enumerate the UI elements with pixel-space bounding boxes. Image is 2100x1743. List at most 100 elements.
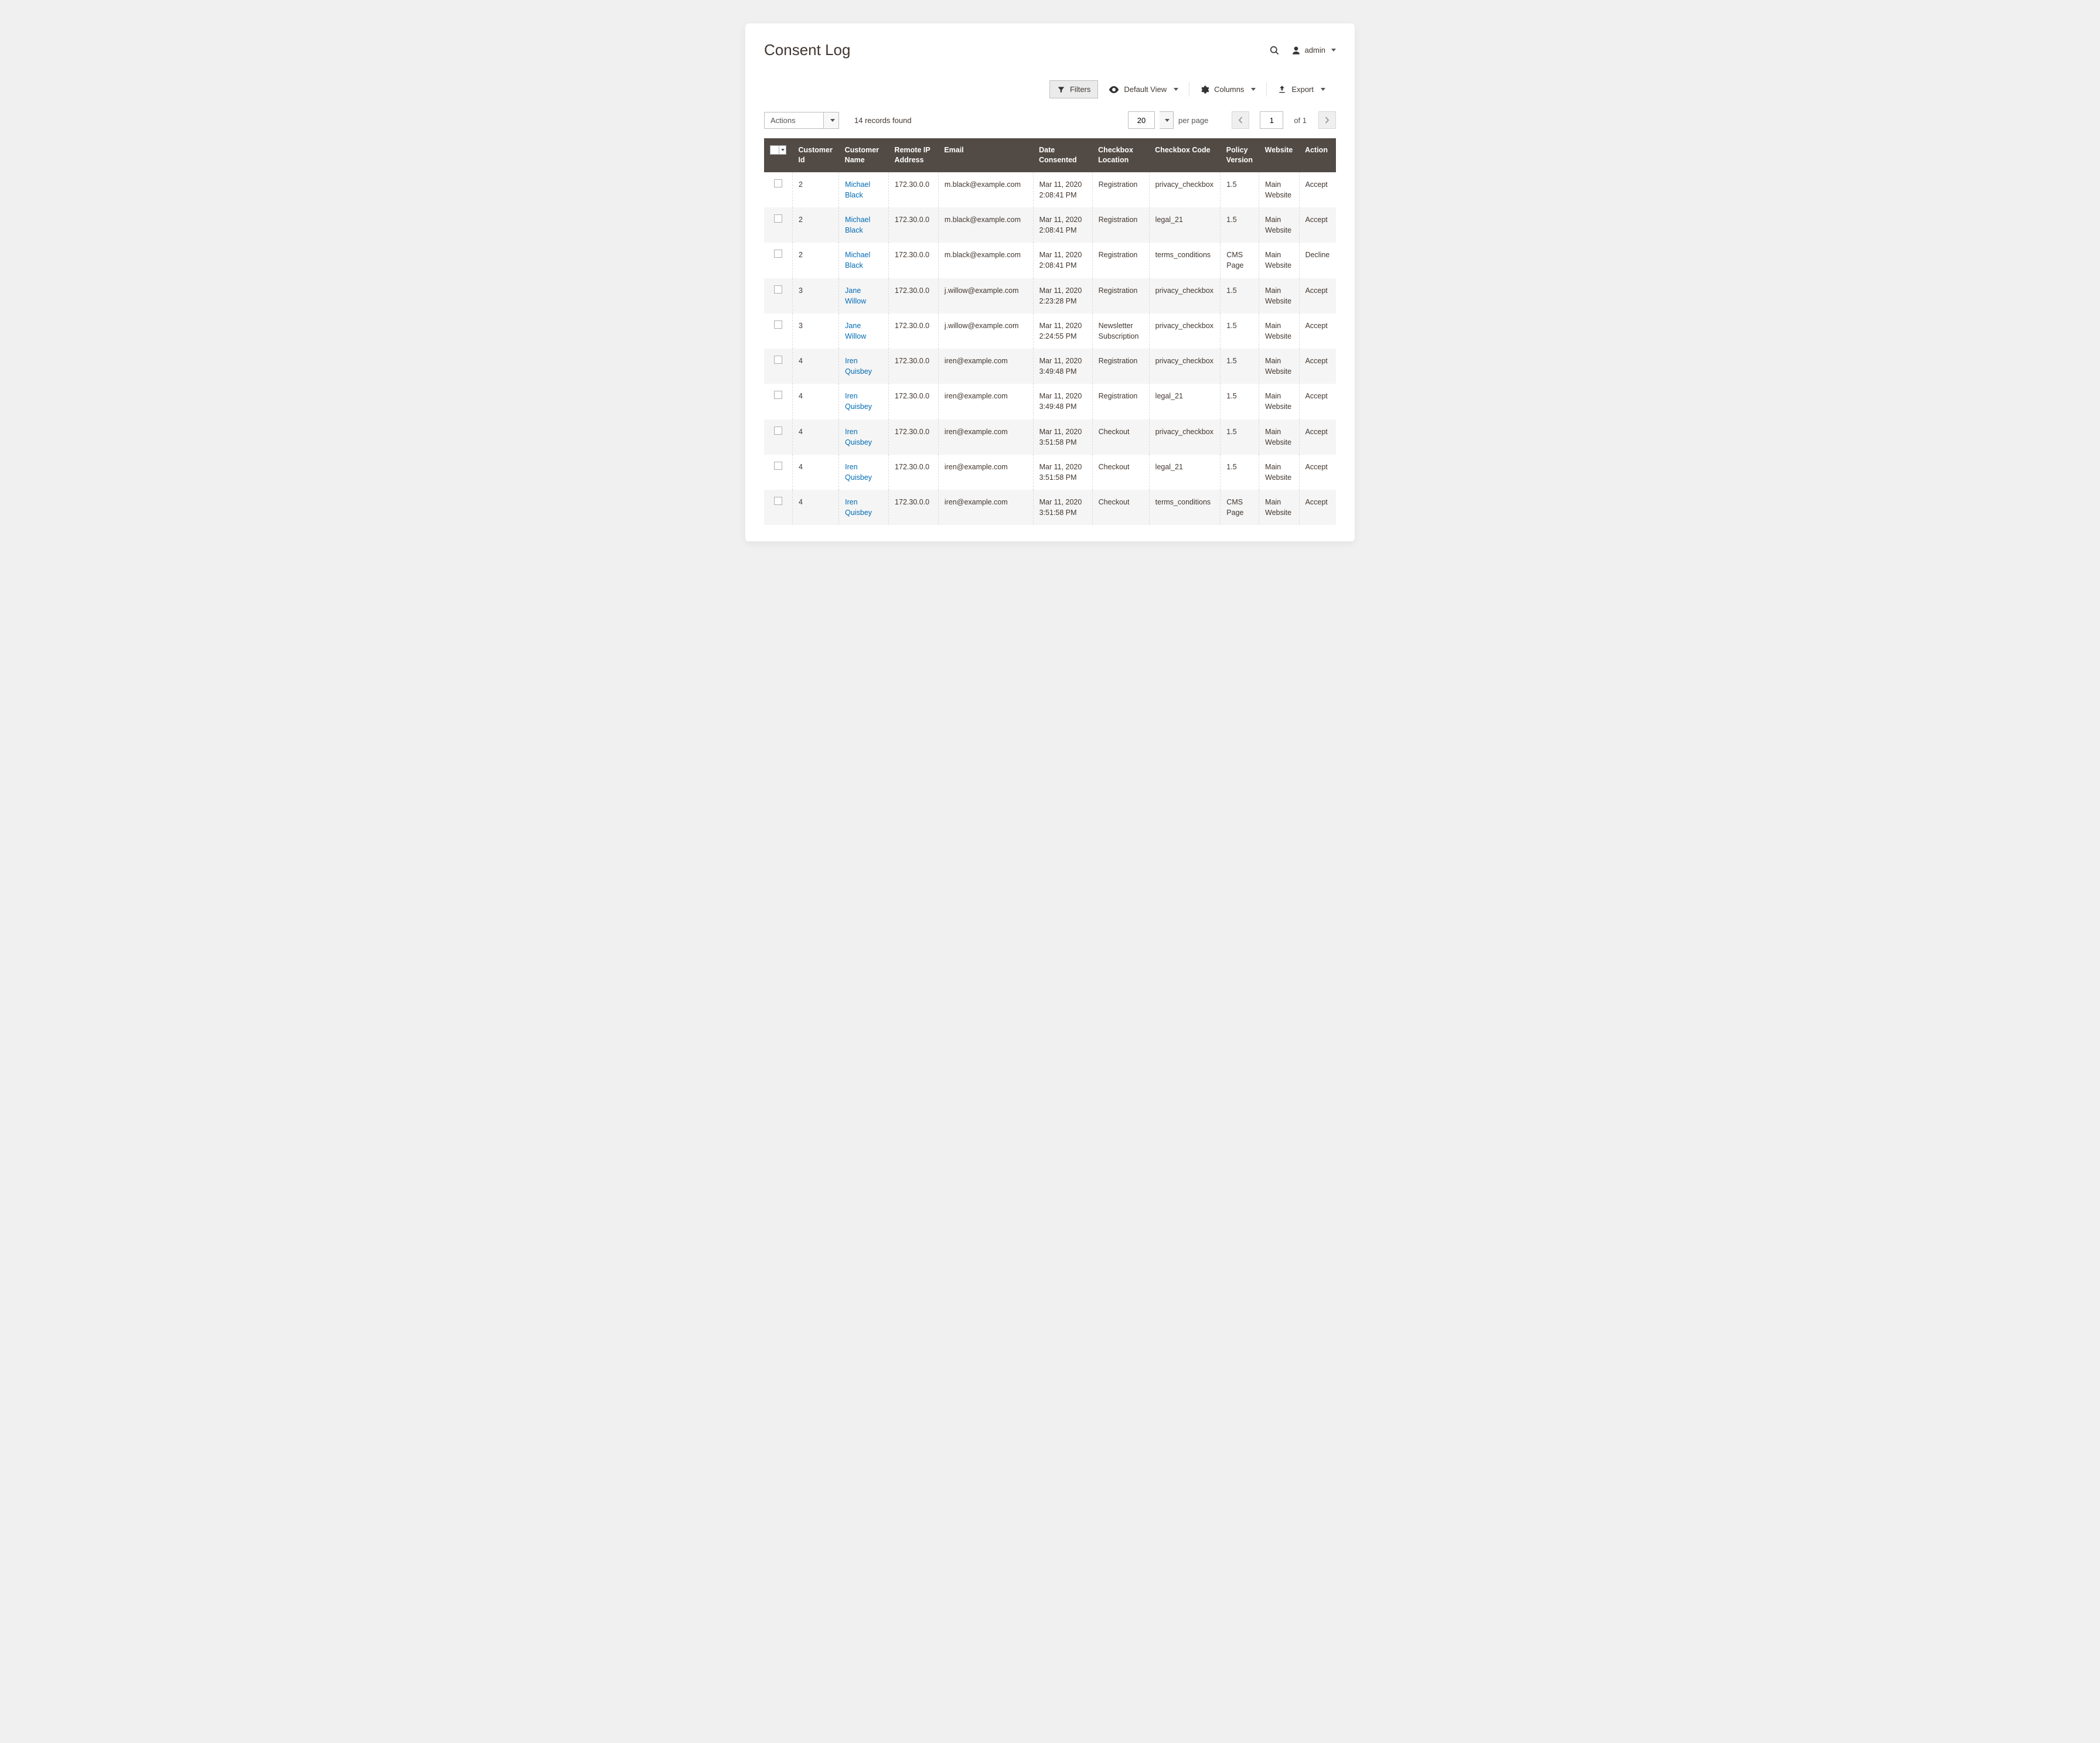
- row-checkbox[interactable]: [774, 285, 782, 294]
- gear-icon: [1200, 85, 1209, 94]
- col-header-customer-id[interactable]: Customer Id: [793, 138, 839, 172]
- cell-policy-version: 1.5: [1221, 278, 1259, 313]
- prev-page-button[interactable]: [1232, 111, 1249, 129]
- cell-email: iren@example.com: [938, 384, 1033, 419]
- customer-name-link[interactable]: Iren Quisbey: [845, 498, 872, 517]
- table-row[interactable]: 4Iren Quisbey172.30.0.0iren@example.comM…: [764, 349, 1336, 384]
- cell-checkbox-code: terms_conditions: [1149, 490, 1221, 525]
- cell-policy-version: CMS Page: [1221, 490, 1259, 525]
- cell-select: [764, 349, 793, 384]
- customer-name-link[interactable]: Michael Black: [845, 251, 870, 270]
- table-row[interactable]: 2Michael Black172.30.0.0m.black@example.…: [764, 243, 1336, 278]
- cell-checkbox-code: legal_21: [1149, 455, 1221, 490]
- customer-name-link[interactable]: Michael Black: [845, 180, 870, 199]
- cell-email: m.black@example.com: [938, 172, 1033, 207]
- cell-website: Main Website: [1259, 384, 1299, 419]
- cell-select: [764, 455, 793, 490]
- col-header-email[interactable]: Email: [938, 138, 1033, 172]
- cell-checkbox-location: Registration: [1092, 384, 1149, 419]
- table-row[interactable]: 2Michael Black172.30.0.0m.black@example.…: [764, 172, 1336, 207]
- customer-name-link[interactable]: Jane Willow: [845, 286, 866, 305]
- col-header-website[interactable]: Website: [1259, 138, 1299, 172]
- cell-action: Accept: [1299, 419, 1336, 455]
- cell-action: Accept: [1299, 455, 1336, 490]
- page-number-input[interactable]: [1260, 111, 1283, 129]
- cell-customer-name: Michael Black: [839, 172, 889, 207]
- col-header-remote-ip[interactable]: Remote IP Address: [889, 138, 939, 172]
- row-checkbox[interactable]: [774, 320, 782, 329]
- cell-website: Main Website: [1259, 313, 1299, 349]
- cell-date: Mar 11, 2020 2:08:41 PM: [1033, 207, 1092, 243]
- row-checkbox[interactable]: [774, 497, 782, 505]
- cell-checkbox-code: legal_21: [1149, 207, 1221, 243]
- row-checkbox[interactable]: [774, 391, 782, 399]
- cell-checkbox-location: Checkout: [1092, 490, 1149, 525]
- cell-customer-id: 2: [793, 243, 839, 278]
- mass-actions-toggle[interactable]: [823, 112, 838, 128]
- table-row[interactable]: 4Iren Quisbey172.30.0.0iren@example.comM…: [764, 419, 1336, 455]
- cell-website: Main Website: [1259, 278, 1299, 313]
- table-row[interactable]: 3Jane Willow172.30.0.0j.willow@example.c…: [764, 278, 1336, 313]
- mass-actions-select[interactable]: Actions: [764, 112, 839, 129]
- col-header-select[interactable]: [764, 138, 793, 172]
- customer-name-link[interactable]: Iren Quisbey: [845, 357, 872, 376]
- chevron-down-icon: [1165, 119, 1170, 122]
- records-found: 14 records found: [854, 116, 912, 125]
- cell-website: Main Website: [1259, 419, 1299, 455]
- cell-remote-ip: 172.30.0.0: [889, 243, 939, 278]
- cell-policy-version: 1.5: [1221, 384, 1259, 419]
- columns-button[interactable]: Columns: [1189, 85, 1266, 94]
- filters-button[interactable]: Filters: [1049, 80, 1098, 98]
- table-row[interactable]: 4Iren Quisbey172.30.0.0iren@example.comM…: [764, 490, 1336, 525]
- per-page-toggle[interactable]: [1160, 111, 1174, 129]
- col-header-checkbox-location[interactable]: Checkbox Location: [1092, 138, 1149, 172]
- chevron-down-icon: [1251, 88, 1256, 91]
- cell-customer-id: 2: [793, 207, 839, 243]
- row-checkbox[interactable]: [774, 356, 782, 364]
- cell-email: iren@example.com: [938, 349, 1033, 384]
- per-page-input[interactable]: [1128, 111, 1155, 129]
- grid-toolbar: Filters Default View Columns Export: [764, 80, 1336, 98]
- cell-customer-name: Michael Black: [839, 207, 889, 243]
- cell-checkbox-location: Registration: [1092, 349, 1149, 384]
- row-checkbox[interactable]: [774, 179, 782, 187]
- cell-checkbox-location: Registration: [1092, 278, 1149, 313]
- col-header-checkbox-code[interactable]: Checkbox Code: [1149, 138, 1221, 172]
- row-checkbox[interactable]: [774, 214, 782, 223]
- next-page-button[interactable]: [1318, 111, 1336, 129]
- cell-customer-id: 4: [793, 490, 839, 525]
- col-header-customer-name[interactable]: Customer Name: [839, 138, 889, 172]
- user-menu[interactable]: admin: [1291, 45, 1336, 56]
- cell-website: Main Website: [1259, 490, 1299, 525]
- customer-name-link[interactable]: Michael Black: [845, 216, 870, 234]
- col-header-policy-version[interactable]: Policy Version: [1221, 138, 1259, 172]
- cell-select: [764, 243, 793, 278]
- cell-remote-ip: 172.30.0.0: [889, 313, 939, 349]
- funnel-icon: [1057, 86, 1065, 94]
- customer-name-link[interactable]: Jane Willow: [845, 322, 866, 340]
- customer-name-link[interactable]: Iren Quisbey: [845, 428, 872, 446]
- cell-checkbox-code: terms_conditions: [1149, 243, 1221, 278]
- cell-customer-name: Michael Black: [839, 243, 889, 278]
- table-row[interactable]: 3Jane Willow172.30.0.0j.willow@example.c…: [764, 313, 1336, 349]
- cell-checkbox-location: Registration: [1092, 243, 1149, 278]
- col-header-action[interactable]: Action: [1299, 138, 1336, 172]
- col-header-date[interactable]: Date Consented: [1033, 138, 1092, 172]
- default-view-button[interactable]: Default View: [1098, 85, 1189, 94]
- search-icon[interactable]: [1269, 45, 1280, 56]
- customer-name-link[interactable]: Iren Quisbey: [845, 392, 872, 411]
- table-row[interactable]: 2Michael Black172.30.0.0m.black@example.…: [764, 207, 1336, 243]
- chevron-left-icon: [1238, 117, 1243, 124]
- table-row[interactable]: 4Iren Quisbey172.30.0.0iren@example.comM…: [764, 455, 1336, 490]
- cell-email: iren@example.com: [938, 455, 1033, 490]
- row-checkbox[interactable]: [774, 462, 782, 470]
- customer-name-link[interactable]: Iren Quisbey: [845, 463, 872, 482]
- page-header: Consent Log admin: [764, 41, 1336, 59]
- export-button[interactable]: Export: [1267, 85, 1336, 94]
- table-row[interactable]: 4Iren Quisbey172.30.0.0iren@example.comM…: [764, 384, 1336, 419]
- cell-action: Decline: [1299, 243, 1336, 278]
- row-checkbox[interactable]: [774, 250, 782, 258]
- chevron-down-icon: [1174, 88, 1178, 91]
- cell-policy-version: 1.5: [1221, 313, 1259, 349]
- row-checkbox[interactable]: [774, 427, 782, 435]
